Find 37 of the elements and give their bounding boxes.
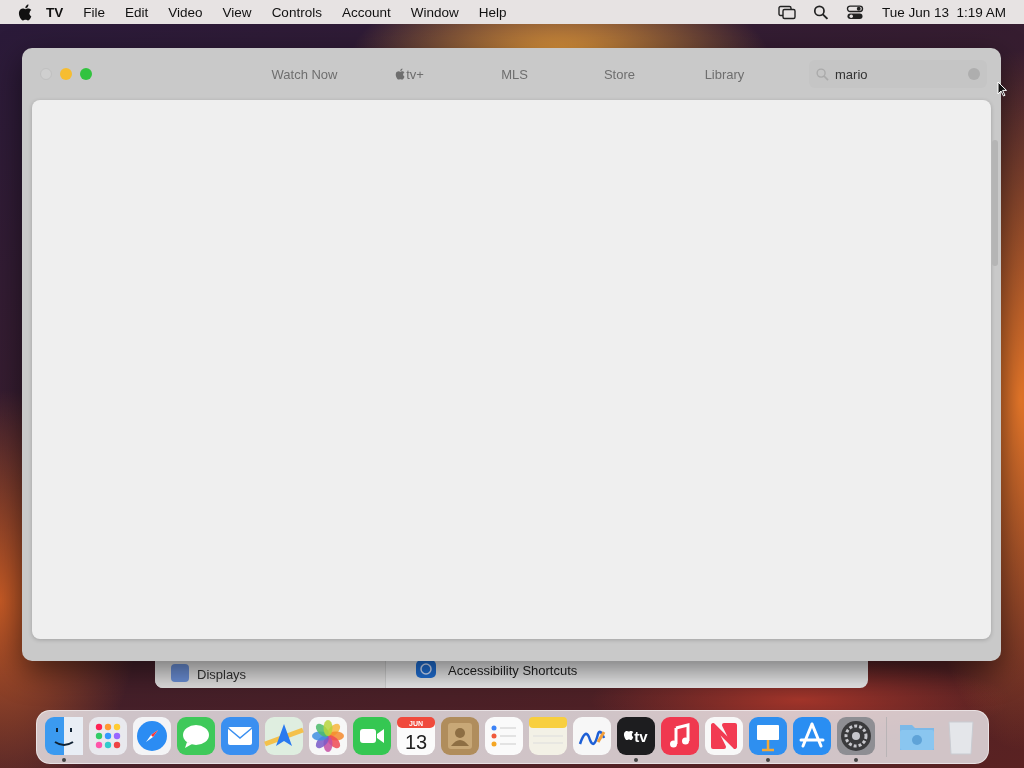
menu-item[interactable]: Edit bbox=[115, 4, 159, 20]
photos-app-icon[interactable] bbox=[308, 716, 348, 756]
menu-item[interactable]: File bbox=[73, 4, 116, 20]
app-menu[interactable]: TV bbox=[46, 4, 74, 20]
mail-app-icon[interactable] bbox=[220, 716, 260, 756]
menu-item[interactable]: Window bbox=[400, 4, 469, 20]
menu-item[interactable]: Video bbox=[158, 4, 213, 20]
safari-app-icon[interactable] bbox=[132, 716, 172, 756]
finder-app-icon[interactable] bbox=[44, 716, 84, 756]
appstore-app-icon[interactable] bbox=[792, 716, 832, 756]
menu-bar-clock[interactable]: Tue Jun 13 1:19 AM bbox=[871, 4, 1016, 20]
menu-item[interactable]: Controls bbox=[261, 4, 332, 20]
apple-logo-icon bbox=[395, 68, 406, 80]
search-icon[interactable] bbox=[811, 4, 830, 20]
maps-app-icon[interactable] bbox=[264, 716, 304, 756]
control-center-icon[interactable] bbox=[845, 4, 864, 20]
news-app-icon[interactable] bbox=[704, 716, 744, 756]
apple-logo-icon[interactable] bbox=[18, 3, 32, 21]
scroll-bar[interactable] bbox=[992, 140, 998, 266]
music-app-icon[interactable] bbox=[660, 716, 700, 756]
sidebar-item[interactable]: Displays bbox=[197, 667, 247, 682]
menu-item[interactable]: Help bbox=[468, 4, 517, 20]
messages-app-icon[interactable] bbox=[176, 716, 216, 756]
pointer-cursor-icon bbox=[997, 81, 1007, 97]
facetime-app-icon[interactable] bbox=[352, 716, 392, 756]
screen-mirroring-icon[interactable] bbox=[777, 4, 796, 20]
freeform-app-icon[interactable] bbox=[572, 716, 612, 756]
displays-icon bbox=[171, 664, 189, 682]
reminders-app-icon[interactable] bbox=[484, 716, 524, 756]
settings-row[interactable]: Accessibility Shortcuts bbox=[448, 663, 578, 678]
tv-app-icon[interactable]: tv bbox=[616, 716, 656, 756]
settings-app-icon[interactable] bbox=[836, 716, 876, 756]
menu-item[interactable]: View bbox=[212, 4, 262, 20]
keynote-app-icon[interactable] bbox=[748, 716, 788, 756]
contacts-app-icon[interactable] bbox=[440, 716, 480, 756]
search-field[interactable]: mario bbox=[809, 60, 987, 88]
menu-item[interactable]: Account bbox=[331, 4, 401, 20]
